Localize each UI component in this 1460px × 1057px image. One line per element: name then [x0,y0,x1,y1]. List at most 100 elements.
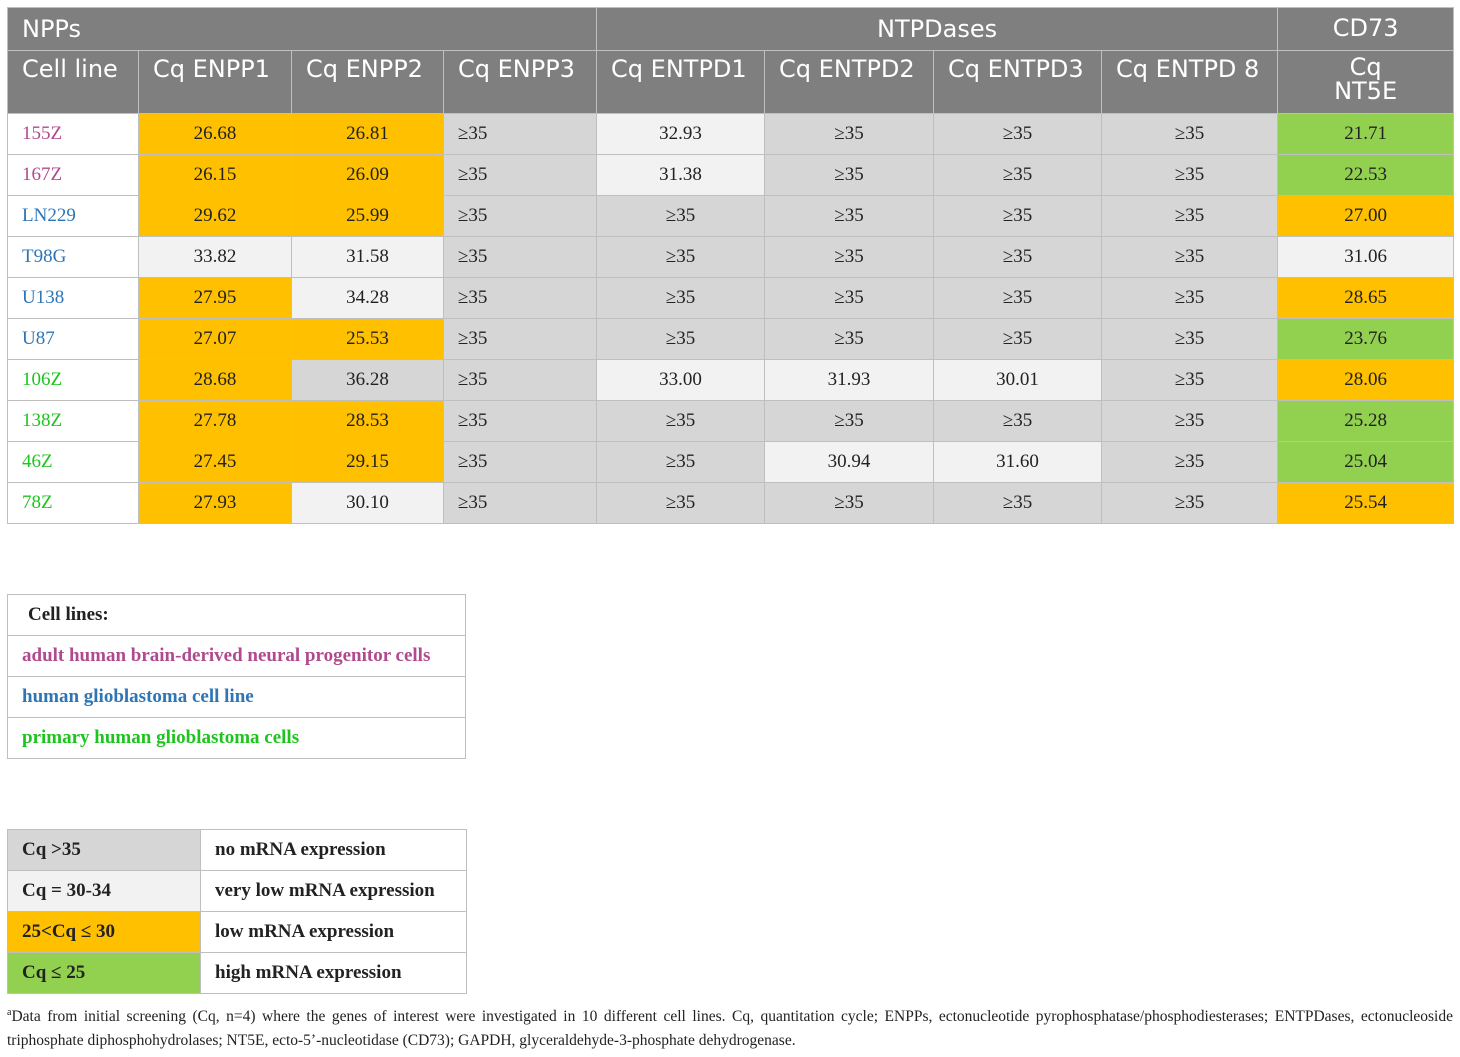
table-cell: ≥35 [933,154,1103,196]
cell-lines-legend: Cell lines: adult human brain-derived ne… [7,594,466,759]
legend-meaning: high mRNA expression [200,952,467,994]
table-cell: ≥35 [596,441,766,483]
table-row: 167Z 26.15 26.09 ≥35 31.38 ≥35 ≥35 ≥35 2… [7,154,1455,196]
table-row: T98G 33.82 31.58 ≥35 ≥35 ≥35 ≥35 ≥35 31.… [7,236,1455,278]
table-cell: 25.54 [1277,482,1455,524]
table-cell: ≥35 [442,236,598,278]
cell-line-name: T98G [7,236,139,278]
table-cell: ≥35 [442,195,598,237]
table-cell: 33.82 [138,236,292,278]
table-row: LN229 29.62 25.99 ≥35 ≥35 ≥35 ≥35 ≥35 27… [7,195,1455,237]
table-row: 46Z 27.45 29.15 ≥35 ≥35 30.94 31.60 ≥35 … [7,441,1455,483]
table-cell: ≥35 [933,195,1103,237]
table-cell: 33.00 [596,359,766,401]
table-cell: ≥35 [764,154,935,196]
table-cell: 27.45 [138,441,292,483]
table-cell: ≥35 [1101,400,1279,442]
table-cell: 25.04 [1277,441,1455,483]
column-header-cell-line: Cell line [7,50,139,114]
cell-line-name: 138Z [7,400,139,442]
expression-table: NPPs NTPDases CD73 Cell line Cq ENPP1 Cq… [6,7,1455,524]
cq-legend: Cq >35 no mRNA expression Cq = 30-34 ver… [7,829,467,994]
table-cell: 28.68 [138,359,292,401]
column-header-nt5e: Cq NT5E [1277,50,1455,114]
table-cell: 28.65 [1277,277,1455,319]
column-header-entpd1: Cq ENTPD1 [596,50,766,114]
table-cell: ≥35 [933,318,1103,360]
table-cell: 26.15 [138,154,292,196]
table-cell: ≥35 [933,113,1103,155]
group-header-ntpdases: NTPDases [596,7,1279,51]
table-cell: 29.62 [138,195,292,237]
cell-line-name: 46Z [7,441,139,483]
table-cell: ≥35 [442,154,598,196]
legend-item-neural-progenitor: adult human brain-derived neural progeni… [7,635,466,677]
table-cell: ≥35 [764,482,935,524]
table-cell: ≥35 [442,359,598,401]
table-cell: 25.53 [291,318,444,360]
table-cell: ≥35 [764,318,935,360]
table-cell: ≥35 [933,400,1103,442]
table-cell: ≥35 [1101,359,1279,401]
table-cell: ≥35 [442,277,598,319]
table-row: 78Z 27.93 30.10 ≥35 ≥35 ≥35 ≥35 ≥35 25.5… [7,482,1455,524]
column-header-entpd2: Cq ENTPD2 [764,50,935,114]
table-cell: ≥35 [933,482,1103,524]
table-cell: ≥35 [764,236,935,278]
table-row: U138 27.95 34.28 ≥35 ≥35 ≥35 ≥35 ≥35 28.… [7,277,1455,319]
column-header-entpd3: Cq ENTPD3 [933,50,1103,114]
cell-line-name: LN229 [7,195,139,237]
table-cell: ≥35 [442,400,598,442]
group-header-npps: NPPs [6,7,598,51]
table-cell: ≥35 [764,277,935,319]
table-cell: ≥35 [596,236,766,278]
table-cell: 28.06 [1277,359,1455,401]
table-cell: 21.71 [1277,113,1455,155]
column-header-enpp3: Cq ENPP3 [442,50,598,114]
table-cell: ≥35 [1101,482,1279,524]
table-cell: 23.76 [1277,318,1455,360]
group-header-cd73: CD73 [1277,7,1455,51]
legend-row: Cq ≤ 25 high mRNA expression [7,952,467,994]
column-header-enpp1: Cq ENPP1 [138,50,292,114]
cell-line-name: U87 [7,318,139,360]
table-cell: 22.53 [1277,154,1455,196]
table-cell: ≥35 [933,236,1103,278]
legend-item-primary-glioblastoma: primary human glioblastoma cells [7,717,466,759]
cell-line-name: U138 [7,277,139,319]
table-cell: ≥35 [1101,113,1279,155]
table-cell: ≥35 [596,195,766,237]
table-cell: ≥35 [596,318,766,360]
legend-meaning: low mRNA expression [200,911,467,953]
table-cell: 27.93 [138,482,292,524]
table-cell: 31.93 [764,359,935,401]
table-footnote: aData from initial screening (Cq, n=4) w… [7,1001,1453,1053]
table-cell: 31.60 [933,441,1103,483]
table-cell: ≥35 [764,400,935,442]
legend-meaning: very low mRNA expression [200,870,467,912]
table-cell: 25.28 [1277,400,1455,442]
cell-line-name: 167Z [7,154,139,196]
table-cell: ≥35 [764,113,935,155]
table-cell: ≥35 [764,195,935,237]
legend-row: Cq = 30-34 very low mRNA expression [7,870,467,912]
table-cell: 29.15 [291,441,444,483]
table-cell: 32.93 [596,113,766,155]
table-cell: 26.68 [138,113,292,155]
table-cell: 27.00 [1277,195,1455,237]
legend-item-glioblastoma-line: human glioblastoma cell line [7,676,466,718]
table-cell: ≥35 [1101,318,1279,360]
column-header-entpd8: Cq ENTPD 8 [1101,50,1279,114]
table-cell: ≥35 [596,277,766,319]
table-cell: ≥35 [442,318,598,360]
table-cell: 30.01 [933,359,1103,401]
table-cell: ≥35 [1101,236,1279,278]
table-cell: 30.10 [291,482,444,524]
table-cell: ≥35 [442,113,598,155]
legend-range: Cq = 30-34 [7,870,201,912]
table-cell: ≥35 [1101,441,1279,483]
table-cell: 31.38 [596,154,766,196]
column-header-enpp2: Cq ENPP2 [291,50,444,114]
table-row: 155Z 26.68 26.81 ≥35 32.93 ≥35 ≥35 ≥35 2… [7,113,1455,155]
table-cell: 27.95 [138,277,292,319]
